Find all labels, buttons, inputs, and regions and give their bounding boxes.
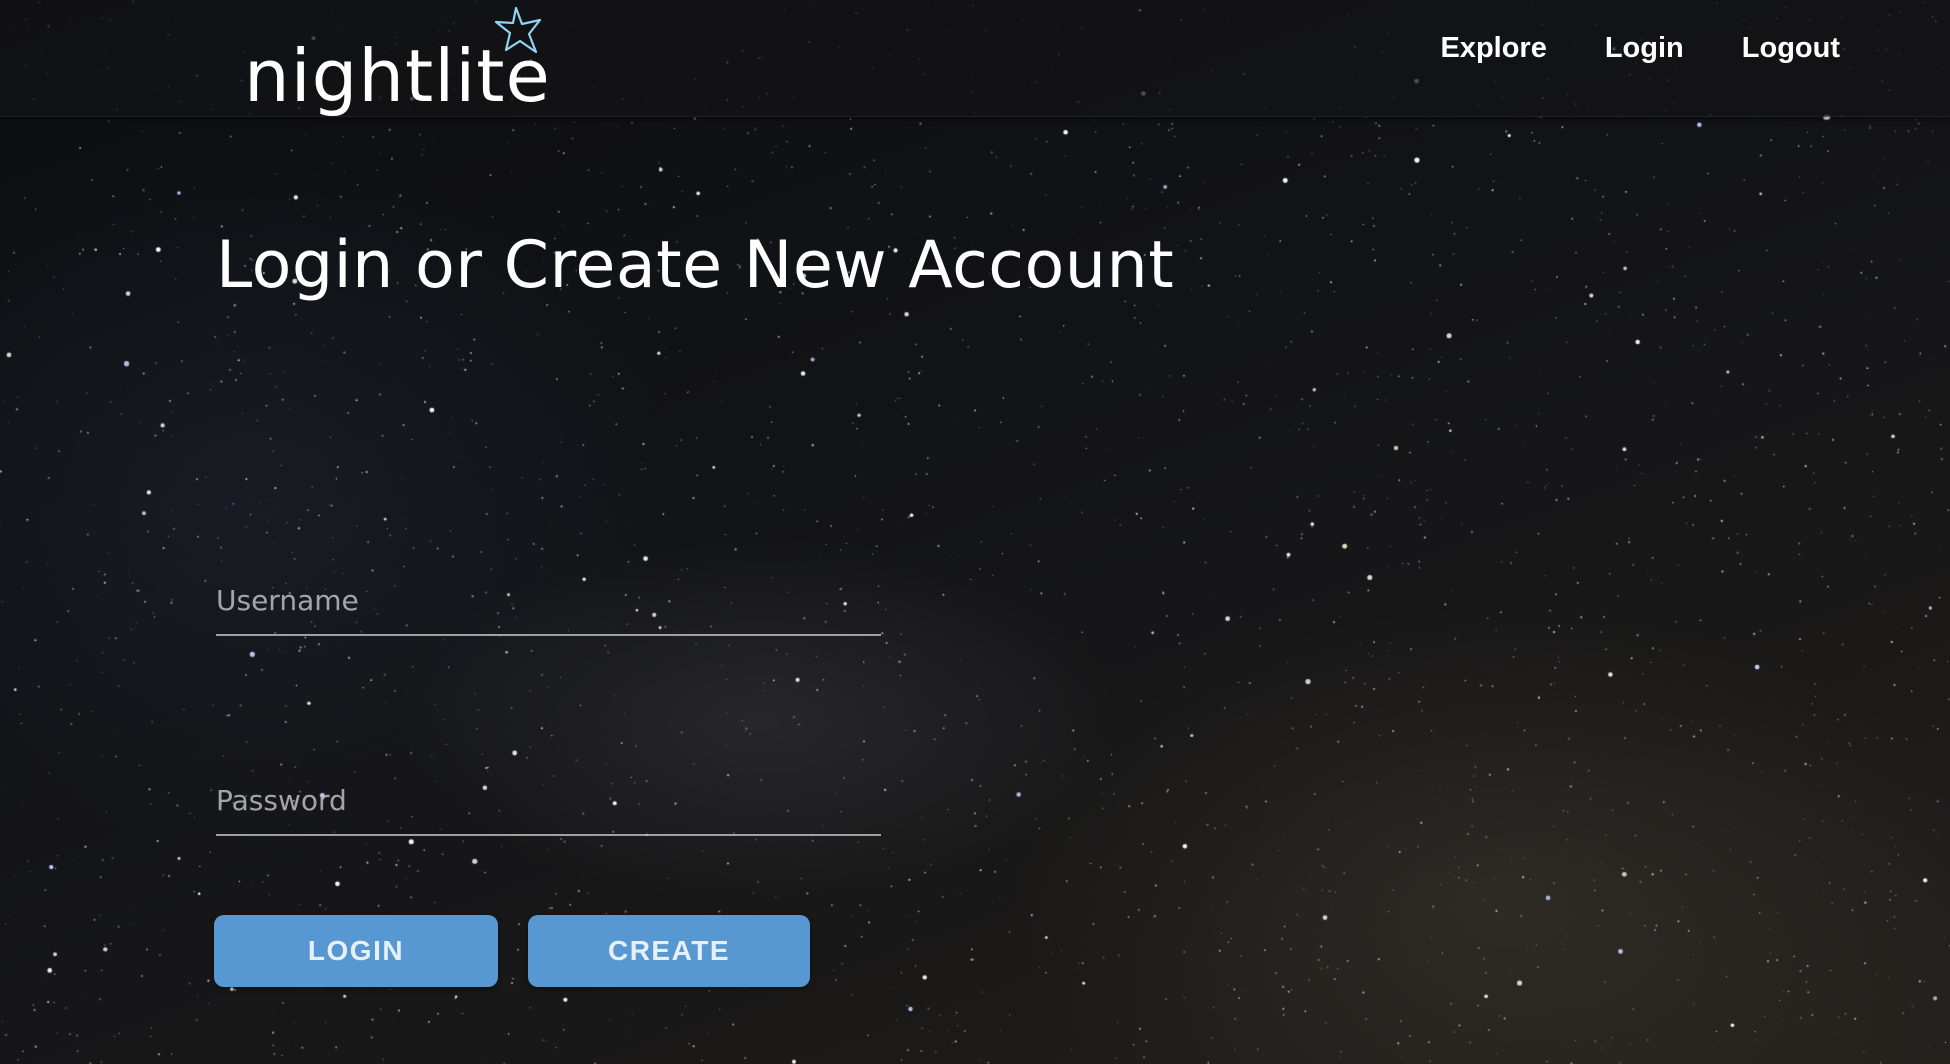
page-title: Login or Create New Account: [216, 228, 1175, 303]
nav-logout-link[interactable]: Logout: [1742, 32, 1840, 65]
top-navbar: nightlite Explore Login Logout: [0, 0, 1950, 117]
password-input[interactable]: [216, 770, 881, 836]
login-button[interactable]: LOGIN: [214, 915, 498, 987]
star-outline-icon: [494, 6, 542, 54]
main-nav: Explore Login Logout: [1440, 32, 1840, 65]
nightlite-logo[interactable]: nightlite: [244, 6, 574, 124]
create-button[interactable]: CREATE: [528, 915, 810, 987]
nav-login-link[interactable]: Login: [1605, 32, 1684, 65]
nav-explore-link[interactable]: Explore: [1440, 32, 1546, 65]
starry-night-background: [0, 0, 1950, 1064]
username-input[interactable]: [216, 570, 881, 636]
